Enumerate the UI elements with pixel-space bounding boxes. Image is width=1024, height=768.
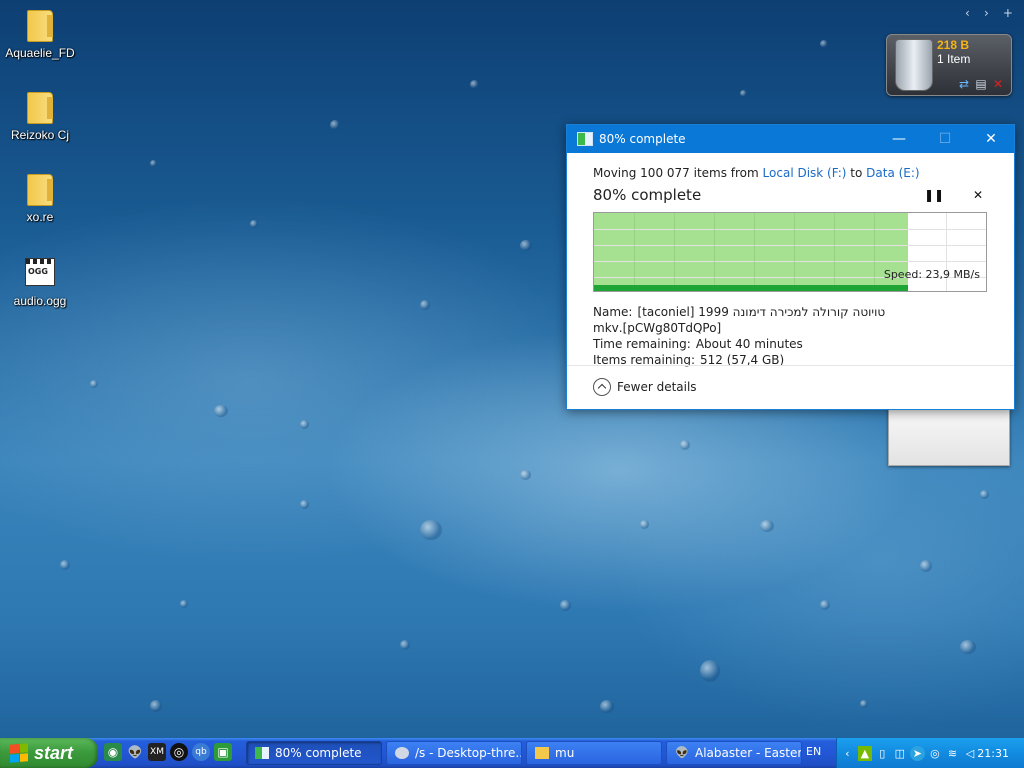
moving-prefix: Moving 100 077 items from <box>593 166 759 180</box>
steam-icon[interactable]: ◎ <box>928 746 943 761</box>
system-tray: ‹ ▲ ▯ ◫ ➤ ◎ ≋ ◁ 21:31 <box>836 738 1024 768</box>
taskbar-button-folder[interactable]: mu <box>526 741 662 765</box>
folder-icon <box>535 747 549 759</box>
wifi-icon[interactable]: ≋ <box>945 746 960 761</box>
desktop-icon-xore[interactable]: xo.re <box>0 174 80 224</box>
fewer-details-label: Fewer details <box>617 380 697 394</box>
alien-icon: 👽 <box>675 746 689 759</box>
time-remaining-label: Time remaining: <box>593 337 691 351</box>
minimize-button[interactable]: — <box>876 125 922 153</box>
fewer-details-toggle[interactable]: Fewer details <box>593 378 697 396</box>
desktop-icon-label: xo.re <box>26 210 54 224</box>
time-remaining-value: About 40 minutes <box>695 337 803 351</box>
divider <box>567 365 1014 366</box>
refresh-icon[interactable]: ⇄ <box>957 77 971 91</box>
progress-fill <box>594 213 908 291</box>
speed-line <box>594 285 908 291</box>
destination-link[interactable]: Data (E:) <box>866 166 919 180</box>
chevron-right-icon[interactable]: › <box>984 6 989 26</box>
transfer-details: Name: טויוטה קורולה למכירה דימונה 1999 [t… <box>593 304 988 368</box>
ogg-file-icon: OGG <box>24 258 56 290</box>
to-word: to <box>850 166 863 180</box>
taskbar-button-label: 80% complete <box>275 746 362 760</box>
usb-drive-icon[interactable]: ▯ <box>875 746 890 761</box>
pause-button[interactable]: ❚❚ <box>924 185 944 205</box>
gadget-toolbar: ‹ › + <box>958 6 1020 26</box>
tray-app-icon[interactable]: ◫ <box>893 746 908 761</box>
tray-expand-icon[interactable]: ‹ <box>840 746 855 761</box>
start-label: start <box>34 742 74 763</box>
dialog-title: 80% complete <box>599 132 686 146</box>
folder-icon <box>24 10 56 42</box>
folder-icon <box>24 174 56 206</box>
empty-bin-icon[interactable]: ✕ <box>991 77 1005 91</box>
clock[interactable]: 21:31 <box>977 747 1009 760</box>
file-transfer-icon <box>577 132 593 146</box>
desktop-icon-label: Reizoko Cj <box>10 128 70 142</box>
folder-icon <box>24 92 56 124</box>
open-bin-icon[interactable]: ▤ <box>974 77 988 91</box>
nvidia-icon[interactable]: ▲ <box>857 745 873 761</box>
desktop-icon-audio-ogg[interactable]: OGG audio.ogg <box>0 256 80 308</box>
browser-icon[interactable]: ◉ <box>104 743 122 761</box>
taskbar-button-label: Alabaster - Easter <box>695 746 802 760</box>
taskbar-button-label: /s - Desktop-thre... <box>415 746 522 760</box>
app-green-icon[interactable]: ▣ <box>214 743 232 761</box>
percent-complete: 80% complete <box>593 186 702 204</box>
name-label: Name: <box>593 305 633 319</box>
dialog-titlebar[interactable]: 80% complete — ☐ ✕ <box>567 125 1014 153</box>
chevron-left-icon[interactable]: ‹ <box>965 6 970 26</box>
taskbar-button-alabaster[interactable]: 👽 Alabaster - Easter <box>666 741 802 765</box>
ogg-badge: OGG <box>28 267 48 276</box>
moving-summary: Moving 100 077 items from Local Disk (F:… <box>593 166 988 180</box>
cancel-button[interactable]: ✕ <box>968 185 988 205</box>
maximize-button: ☐ <box>938 131 952 147</box>
source-link[interactable]: Local Disk (F:) <box>763 166 847 180</box>
taskbar: start ◉ 👽 XM ◎ qb ▣ 80% complete /s - De… <box>0 738 1024 768</box>
file-transfer-icon <box>255 747 269 759</box>
bin-size: 218 B <box>937 38 970 52</box>
alien-icon[interactable]: 👽 <box>126 743 144 761</box>
xm-icon[interactable]: XM <box>148 743 166 761</box>
add-gadget-icon[interactable]: + <box>1003 6 1013 26</box>
volume-icon[interactable]: ◁ <box>963 746 978 761</box>
desktop-icon-label: Aquaelie_FD <box>5 46 75 60</box>
taskbar-button-label: mu <box>555 746 575 760</box>
recycle-bin-icon <box>895 39 933 91</box>
language-indicator[interactable]: EN <box>806 745 821 758</box>
browser-icon <box>395 747 409 759</box>
speed-label: Speed: 23,9 MB/s <box>883 268 980 281</box>
recycle-bin-gadget[interactable]: 218 B 1 Item ⇄ ▤ ✕ <box>886 34 1012 96</box>
media-icon[interactable]: ◎ <box>170 743 188 761</box>
windows-logo-icon <box>10 743 28 763</box>
taskbar-button-browser[interactable]: /s - Desktop-thre... <box>386 741 522 765</box>
copy-progress-dialog: 80% complete — ☐ ✕ Moving 100 077 items … <box>566 124 1015 410</box>
desktop-icon-aquaelie[interactable]: Aquaelie_FD <box>0 10 80 60</box>
desktop-icon-reizoko[interactable]: Reizoko Cj <box>0 92 80 142</box>
bin-item-count: 1 Item <box>937 52 971 66</box>
chevron-up-icon <box>593 378 611 396</box>
start-button[interactable]: start <box>0 738 98 768</box>
desktop-icon-label: audio.ogg <box>13 294 67 308</box>
telegram-icon[interactable]: ➤ <box>910 745 925 761</box>
transfer-speed-graph: Speed: 23,9 MB/s <box>593 212 987 292</box>
quick-launch: ◉ 👽 XM ◎ qb ▣ <box>104 743 232 761</box>
qb-icon[interactable]: qb <box>192 743 210 761</box>
taskbar-button-copy[interactable]: 80% complete <box>246 741 382 765</box>
close-button[interactable]: ✕ <box>968 125 1014 153</box>
name-value: טויוטה קורולה למכירה דימונה 1999 [taconi… <box>593 305 886 335</box>
